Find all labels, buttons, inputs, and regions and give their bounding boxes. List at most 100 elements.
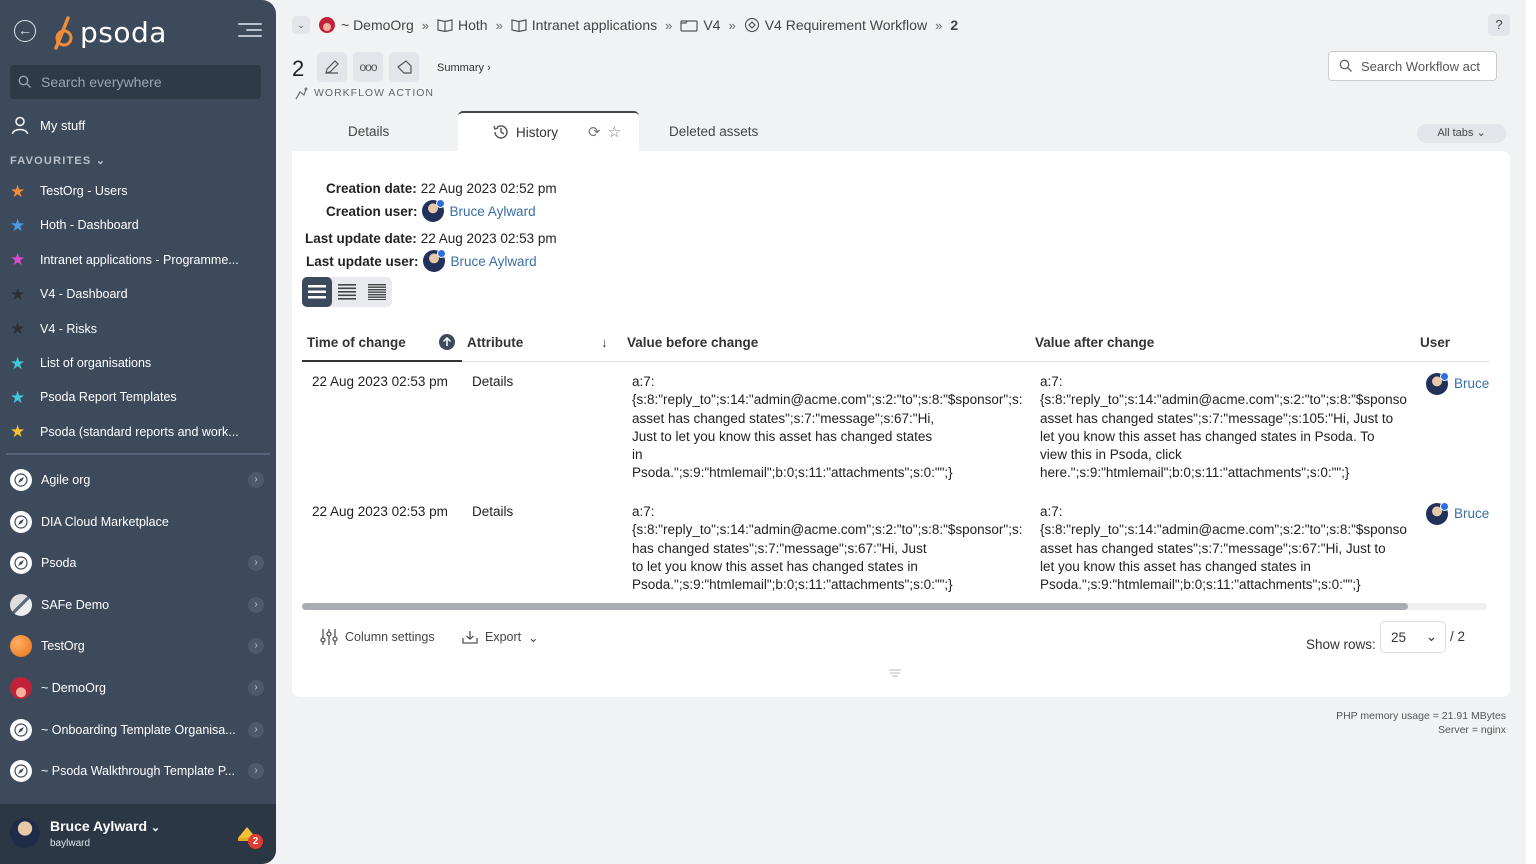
chevron-right-icon[interactable]: › bbox=[248, 721, 264, 738]
chevron-right-icon[interactable]: › bbox=[248, 472, 264, 488]
table-row[interactable]: 22 Aug 2023 02:53 pm Details a:7: {s:8:"… bbox=[302, 363, 1490, 491]
table-row[interactable]: 22 Aug 2023 02:53 pm Details a:7: {s:8:"… bbox=[302, 491, 1490, 603]
breadcrumb-dropdown-button[interactable]: ⌄ bbox=[292, 16, 310, 34]
favourite-item[interactable]: ★ TestOrg - Users bbox=[10, 180, 260, 202]
density-comfortable-button[interactable] bbox=[302, 277, 332, 307]
value-line: in bbox=[632, 447, 643, 463]
sort-arrow-down-icon[interactable]: ↓ bbox=[601, 331, 608, 353]
favourite-item[interactable]: ★ V4 - Dashboard bbox=[10, 283, 260, 305]
search-workflow-actions-input[interactable]: Search Workflow act bbox=[1328, 51, 1497, 81]
organisation-item[interactable]: ~ Onboarding Template Organisa... › bbox=[10, 718, 266, 742]
notifications-button[interactable]: 2 bbox=[236, 824, 264, 850]
update-user-link[interactable]: Bruce Aylward bbox=[422, 249, 537, 272]
chevron-right-icon[interactable]: › bbox=[248, 596, 264, 613]
history-table: Time of change Attribute ↓ Value before … bbox=[302, 321, 1490, 611]
favourite-label: Psoda Report Templates bbox=[40, 390, 177, 405]
help-button[interactable]: ? bbox=[1488, 14, 1510, 36]
cell-user-link[interactable]: Bruce bbox=[1426, 503, 1489, 525]
update-user-label: Last update user: bbox=[306, 253, 419, 269]
favourite-item[interactable]: ★ Psoda Report Templates bbox=[10, 386, 260, 408]
organisation-item[interactable]: Agile org › bbox=[10, 468, 266, 492]
cell-attribute: Details bbox=[472, 504, 514, 519]
favourites-toggle[interactable]: FAVOURITES ⌄ bbox=[10, 154, 106, 167]
search-icon bbox=[1339, 59, 1352, 72]
organisation-item[interactable]: SAFe Demo › bbox=[10, 593, 266, 617]
back-button[interactable]: ← bbox=[14, 20, 36, 42]
favourite-item[interactable]: ★ Hoth - Dashboard bbox=[10, 214, 260, 236]
compass-icon bbox=[10, 760, 32, 783]
user-icon bbox=[11, 116, 29, 135]
favourite-item[interactable]: ★ Intranet applications - Programme... bbox=[10, 249, 260, 271]
chevron-right-icon[interactable]: › bbox=[248, 638, 264, 655]
creation-user-row: Creation user: Bruce Aylward bbox=[326, 199, 536, 222]
horizontal-scrollbar[interactable] bbox=[302, 603, 1487, 610]
tab-deleted-assets[interactable]: Deleted assets bbox=[669, 111, 758, 151]
vertical-scrollbar[interactable] bbox=[1526, 0, 1536, 864]
user-avatar[interactable] bbox=[10, 818, 40, 848]
value-line: asset has changed states";s:7:"message";… bbox=[632, 410, 935, 426]
organisation-item[interactable]: ~ DemoOrg › bbox=[10, 676, 266, 700]
value-line: Just to let you know this asset has chan… bbox=[632, 428, 933, 444]
favourite-item[interactable]: ★ Psoda (standard reports and work... bbox=[10, 421, 260, 443]
organisation-item[interactable]: Psoda › bbox=[10, 551, 266, 575]
value-line: {s:8:"reply_to";s:14:"admin@acme.com";s:… bbox=[1040, 392, 1407, 408]
star-icon: ★ bbox=[10, 422, 26, 442]
breadcrumb-item-v4-requirement-workflow[interactable]: V4 Requirement Workflow bbox=[765, 17, 927, 33]
global-search-input[interactable]: Search everywhere bbox=[10, 65, 261, 99]
history-icon bbox=[493, 125, 508, 139]
star-icon: ★ bbox=[10, 284, 26, 304]
sort-ascending-button[interactable] bbox=[439, 331, 455, 353]
user-panel[interactable]: Bruce Aylward ⌄ baylward 2 bbox=[0, 804, 276, 864]
tab-details[interactable]: Details bbox=[348, 111, 389, 151]
chevron-right-icon[interactable]: › bbox=[248, 680, 264, 696]
favourite-item[interactable]: ★ List of organisations bbox=[10, 352, 260, 374]
comfortable-lines-icon bbox=[308, 285, 326, 299]
summary-link[interactable]: Summary › bbox=[437, 62, 491, 74]
column-header-time[interactable]: Time of change bbox=[307, 331, 406, 353]
user-avatar bbox=[422, 249, 446, 272]
scrollbar-thumb[interactable] bbox=[302, 603, 1408, 610]
star-icon[interactable]: ☆ bbox=[608, 123, 621, 141]
chevron-right-icon[interactable]: › bbox=[248, 555, 264, 572]
breadcrumb-item-v4[interactable]: V4 bbox=[703, 17, 720, 33]
resize-handle-icon[interactable] bbox=[889, 665, 901, 677]
column-header-after-label: Value after change bbox=[1035, 334, 1155, 350]
tag-button[interactable] bbox=[389, 52, 419, 82]
organisation-item[interactable]: DIA Cloud Marketplace bbox=[10, 510, 266, 534]
chevron-right-icon[interactable]: › bbox=[248, 763, 264, 780]
breadcrumb-item-hoth[interactable]: Hoth bbox=[458, 17, 488, 33]
user-name[interactable]: Bruce Aylward ⌄ bbox=[50, 818, 160, 834]
density-normal-button[interactable] bbox=[332, 277, 362, 307]
column-header-before[interactable]: Value before change bbox=[627, 331, 758, 353]
psoda-logo[interactable]: psoda bbox=[50, 12, 167, 52]
edit-button[interactable] bbox=[317, 52, 347, 82]
creation-user-label: Creation user: bbox=[326, 203, 418, 219]
all-tabs-dropdown[interactable]: All tabs ⌄ bbox=[1417, 124, 1506, 143]
breadcrumb-item-demoorg[interactable]: ~ DemoOrg bbox=[341, 17, 414, 33]
tab-history[interactable]: History ⟳ ☆ bbox=[458, 111, 639, 151]
creation-user-link[interactable]: Bruce Aylward bbox=[421, 199, 536, 222]
organisation-label: ~ DemoOrg bbox=[41, 681, 106, 695]
more-options-button[interactable]: ooo bbox=[353, 52, 383, 82]
refresh-icon[interactable]: ⟳ bbox=[588, 123, 601, 141]
favourite-item[interactable]: ★ V4 - Risks bbox=[10, 318, 260, 340]
user-avatar bbox=[421, 199, 445, 222]
cell-user-link[interactable]: Bruce bbox=[1426, 373, 1489, 395]
export-button[interactable]: Export ⌄ bbox=[462, 627, 539, 647]
density-compact-button[interactable] bbox=[362, 277, 392, 307]
column-header-user[interactable]: User bbox=[1420, 331, 1450, 353]
column-header-attribute[interactable]: Attribute bbox=[467, 331, 523, 353]
collapse-sidebar-icon[interactable] bbox=[238, 22, 262, 38]
my-stuff-link[interactable]: My stuff bbox=[10, 114, 85, 136]
rows-per-page-select[interactable]: 25 ⌄ bbox=[1380, 621, 1446, 653]
compass-icon bbox=[10, 552, 32, 575]
arrow-up-icon bbox=[439, 334, 455, 350]
cell-user-name: Bruce bbox=[1454, 375, 1490, 391]
breadcrumb-item-intranet-applications[interactable]: Intranet applications bbox=[532, 17, 657, 33]
column-settings-button[interactable]: Column settings bbox=[320, 627, 435, 647]
update-date-value: 22 Aug 2023 02:53 pm bbox=[420, 230, 557, 246]
organisation-item[interactable]: ~ Psoda Walkthrough Template P... › bbox=[10, 759, 266, 783]
column-settings-label: Column settings bbox=[345, 630, 435, 644]
organisation-item[interactable]: TestOrg › bbox=[10, 634, 266, 658]
column-header-after[interactable]: Value after change bbox=[1035, 331, 1154, 353]
